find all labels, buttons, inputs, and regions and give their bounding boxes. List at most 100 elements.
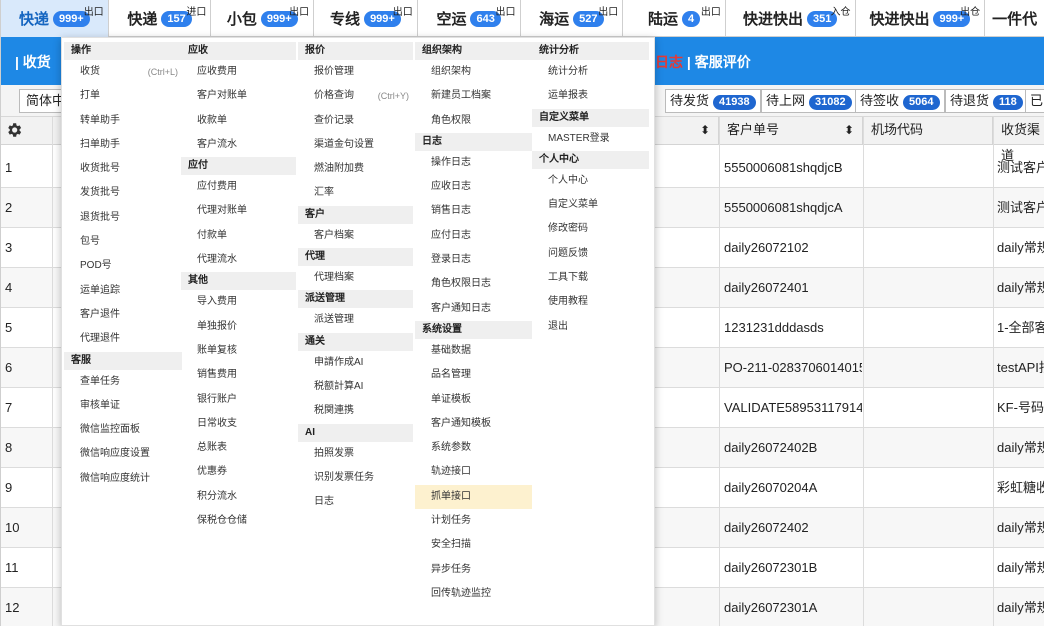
menu-item[interactable]: 日志 [298,490,413,514]
tab-small-parcel-export[interactable]: 小包 999+ 出口 [211,0,315,37]
tab-fast-in-out-outbound[interactable]: 快进快出 999+ 出仓 [856,0,986,37]
menu-item[interactable]: 积分流水 [181,485,296,509]
gear-icon[interactable] [5,121,23,139]
status-filter-5[interactable]: 已 [1025,89,1044,113]
menu-item[interactable]: 税额計算AI [298,375,413,399]
menu-item[interactable]: 个人中心 [532,169,649,193]
nav-item-log[interactable]: 日志 [655,54,683,70]
menu-item[interactable]: MASTER登录 [532,127,649,151]
menu-item[interactable]: 销售日志 [415,199,532,223]
menu-item[interactable]: 代理对账单 [181,199,296,223]
column-header-airport-code[interactable]: 机场代码 [863,117,993,145]
menu-item[interactable]: 系统参数 [415,436,532,460]
status-filter-1[interactable]: 待发货 41938 [665,89,761,113]
menu-item[interactable]: 品名管理 [415,363,532,387]
menu-item[interactable]: 运单追踪 [64,279,182,303]
menu-item[interactable]: 客户通知日志 [415,297,532,321]
menu-item[interactable]: 抓单接口 [415,484,532,510]
menu-item[interactable]: 自定义菜单 [532,193,649,217]
menu-item[interactable]: 应付费用 [181,175,296,199]
menu-item[interactable]: 修改密码 [532,217,649,241]
menu-item[interactable]: 收货批号 [64,157,182,181]
menu-item[interactable]: 包号 [64,230,182,254]
menu-item[interactable]: 退货批号 [64,206,182,230]
menu-item[interactable]: 新建员工档案 [415,84,532,108]
menu-item[interactable]: 回传轨迹监控 [415,582,532,606]
menu-item[interactable]: 客户对账单 [181,84,296,108]
menu-item[interactable]: 运单报表 [532,84,649,108]
menu-item[interactable]: 扫单助手 [64,133,182,157]
menu-item[interactable]: 工具下载 [532,266,649,290]
tab-sea-export[interactable]: 海运 527 出口 [521,0,624,37]
menu-item[interactable]: 计划任务 [415,509,532,533]
menu-item[interactable]: 日常收支 [181,412,296,436]
menu-item[interactable]: 燃油附加费 [298,157,413,181]
menu-item[interactable]: 客户档案 [298,224,413,248]
menu-item[interactable]: 代理档案 [298,266,413,290]
menu-item[interactable]: 销售费用 [181,363,296,387]
menu-item[interactable]: 单证模板 [415,388,532,412]
menu-item[interactable]: 统计分析 [532,60,649,84]
menu-item[interactable]: 汇率 [298,181,413,205]
nav-item-receive[interactable]: | 收货 [15,52,51,72]
menu-item[interactable]: 使用教程 [532,290,649,314]
tab-land-export[interactable]: 陆运 4 出口 [623,0,726,37]
menu-item[interactable]: 代理流水 [181,248,296,272]
menu-item[interactable]: 转单助手 [64,109,182,133]
menu-item[interactable]: 代理退件 [64,327,182,351]
menu-item[interactable]: 派送管理 [298,308,413,332]
tab-dedicated-line-export[interactable]: 专线 999+ 出口 [314,0,418,37]
menu-item[interactable]: 拍照发票 [298,442,413,466]
menu-item[interactable]: 价格查询 (Ctrl+Y) [298,84,413,108]
tab-fast-in-out-inbound[interactable]: 快进快出 351 入仓 [726,0,856,37]
menu-item[interactable]: 优惠券 [181,460,296,484]
menu-item[interactable]: 问题反馈 [532,242,649,266]
menu-item[interactable]: 基础数据 [415,339,532,363]
menu-item[interactable]: 应收费用 [181,60,296,84]
menu-item[interactable]: 税関連携 [298,399,413,423]
status-filter-4[interactable]: 待退货 118 [945,89,1028,113]
menu-item[interactable]: 查单任务 [64,370,182,394]
menu-item[interactable]: 退出 [532,315,649,339]
menu-item[interactable]: 微信监控面板 [64,418,182,442]
tab-express-export[interactable]: 快递 999+ 出口 [1,0,109,37]
menu-item[interactable]: 角色权限日志 [415,272,532,296]
column-header-channel[interactable]: 收货渠道 [993,117,1044,163]
menu-item[interactable]: 收货 (Ctrl+L) [64,60,182,84]
menu-item[interactable]: 异步任务 [415,558,532,582]
status-filter-3[interactable]: 待签收 5064 [855,89,945,113]
menu-item[interactable]: 导入费用 [181,290,296,314]
menu-item[interactable]: 识别发票任务 [298,466,413,490]
status-filter-2[interactable]: 待上网 31082 [761,89,857,113]
menu-item[interactable]: 查价记录 [298,109,413,133]
menu-item[interactable]: 客户流水 [181,133,296,157]
menu-item[interactable]: 报价管理 [298,60,413,84]
nav-item-customer-review[interactable]: 客服评价 [695,54,751,70]
menu-item[interactable]: 付款单 [181,224,296,248]
menu-item[interactable]: 申請作成AI [298,351,413,375]
menu-item[interactable]: 安全扫描 [415,533,532,557]
menu-item[interactable]: 审核单证 [64,394,182,418]
menu-item[interactable]: 客户通知模板 [415,412,532,436]
menu-item[interactable]: 渠道金句设置 [298,133,413,157]
menu-item[interactable]: 微信响应度设置 [64,442,182,466]
sort-column-handle[interactable]: ⬍ [655,117,719,145]
menu-item[interactable]: 打单 [64,84,182,108]
menu-item[interactable]: 银行账户 [181,388,296,412]
menu-item[interactable]: 操作日志 [415,151,532,175]
menu-item[interactable]: 组织架构 [415,60,532,84]
menu-item[interactable]: 角色权限 [415,109,532,133]
menu-item[interactable]: 收款单 [181,109,296,133]
menu-item[interactable]: 应付日志 [415,224,532,248]
column-header-customer-no[interactable]: 客户单号 ⬍ [719,117,863,145]
menu-item[interactable]: 轨迹接口 [415,460,532,484]
menu-item[interactable]: 总账表 [181,436,296,460]
menu-item[interactable]: 单独报价 [181,315,296,339]
menu-item[interactable]: 账单复核 [181,339,296,363]
tab-express-import[interactable]: 快递 157 进口 [109,0,212,37]
menu-item[interactable]: 发货批号 [64,181,182,205]
menu-item[interactable]: 登录日志 [415,248,532,272]
menu-item[interactable]: 应收日志 [415,175,532,199]
tab-one-piece[interactable]: 一件代 [985,0,1044,37]
menu-item[interactable]: 客户退件 [64,303,182,327]
